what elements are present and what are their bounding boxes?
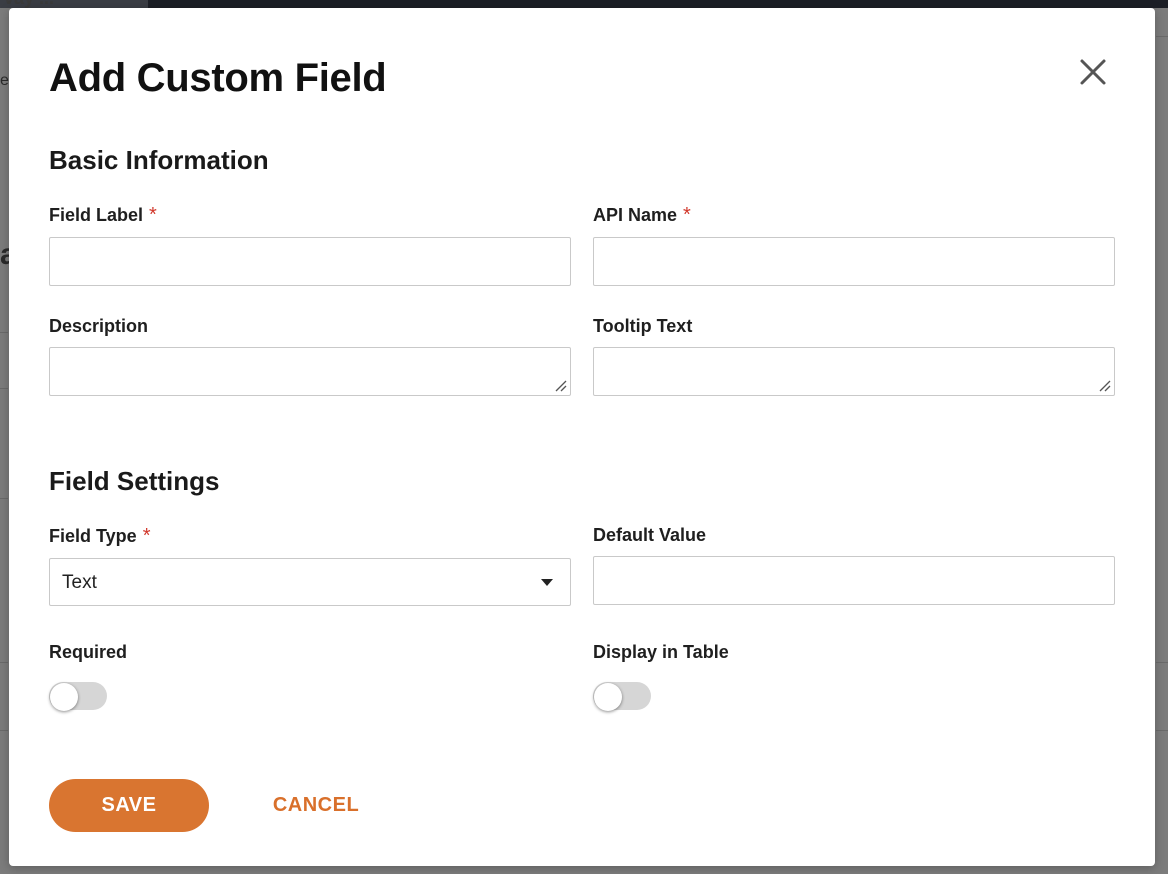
section-title-field-settings: Field Settings — [49, 466, 220, 496]
caret-down-icon — [541, 579, 553, 586]
toggle-knob — [594, 683, 622, 711]
field-type-text: Field Type — [49, 526, 137, 546]
description-field[interactable] — [49, 347, 571, 396]
default-value-label: Default Value — [593, 525, 707, 545]
field-label-text: Field Label — [49, 205, 144, 225]
field-type-select[interactable]: Text — [49, 558, 571, 606]
background-divider — [1156, 36, 1168, 37]
toggle-knob — [50, 683, 78, 711]
background-text-fragment: e — [0, 72, 9, 89]
field-label-label: Field Label * — [49, 204, 157, 226]
close-icon — [1080, 59, 1106, 85]
tooltip-text-field[interactable] — [593, 347, 1115, 396]
resize-grip-icon[interactable] — [553, 378, 567, 392]
dialog-title: Add Custom Field — [49, 56, 387, 100]
background-divider — [0, 388, 8, 389]
add-custom-field-dialog: Add Custom Field Basic Information Field… — [9, 8, 1155, 866]
background-divider — [0, 498, 8, 499]
field-label-input[interactable] — [49, 237, 571, 286]
required-asterisk: * — [149, 204, 157, 226]
background-divider — [1156, 662, 1168, 663]
default-value-input[interactable] — [593, 556, 1115, 605]
field-type-selected-value: Text — [62, 572, 97, 593]
background-divider — [0, 662, 8, 663]
field-type-label: Field Type * — [49, 525, 150, 547]
background-divider — [0, 332, 8, 333]
background-divider — [1156, 730, 1168, 731]
api-name-text: API Name — [593, 205, 678, 225]
description-label: Description — [49, 316, 149, 336]
description-textarea[interactable] — [50, 348, 570, 395]
display-in-table-toggle[interactable] — [593, 680, 651, 711]
section-title-basic-information: Basic Information — [49, 145, 269, 175]
tooltip-text-textarea[interactable] — [594, 348, 1114, 395]
cancel-button[interactable]: CANCEL — [263, 779, 369, 832]
api-name-label: API Name * — [593, 204, 691, 226]
required-label: Required — [49, 642, 128, 662]
display-in-table-label: Display in Table — [593, 642, 729, 662]
required-asterisk: * — [142, 525, 151, 547]
required-asterisk: * — [683, 204, 691, 226]
resize-grip-icon[interactable] — [1097, 378, 1111, 392]
close-button[interactable] — [1077, 56, 1109, 88]
tooltip-text-label: Tooltip Text — [593, 316, 693, 336]
api-name-input[interactable] — [593, 237, 1115, 286]
toggle-track — [49, 682, 107, 711]
toggle-track — [593, 682, 651, 711]
background-divider — [0, 730, 8, 731]
background-topbar — [0, 0, 1168, 8]
save-button[interactable]: SAVE — [49, 779, 209, 832]
required-toggle[interactable] — [49, 680, 107, 711]
